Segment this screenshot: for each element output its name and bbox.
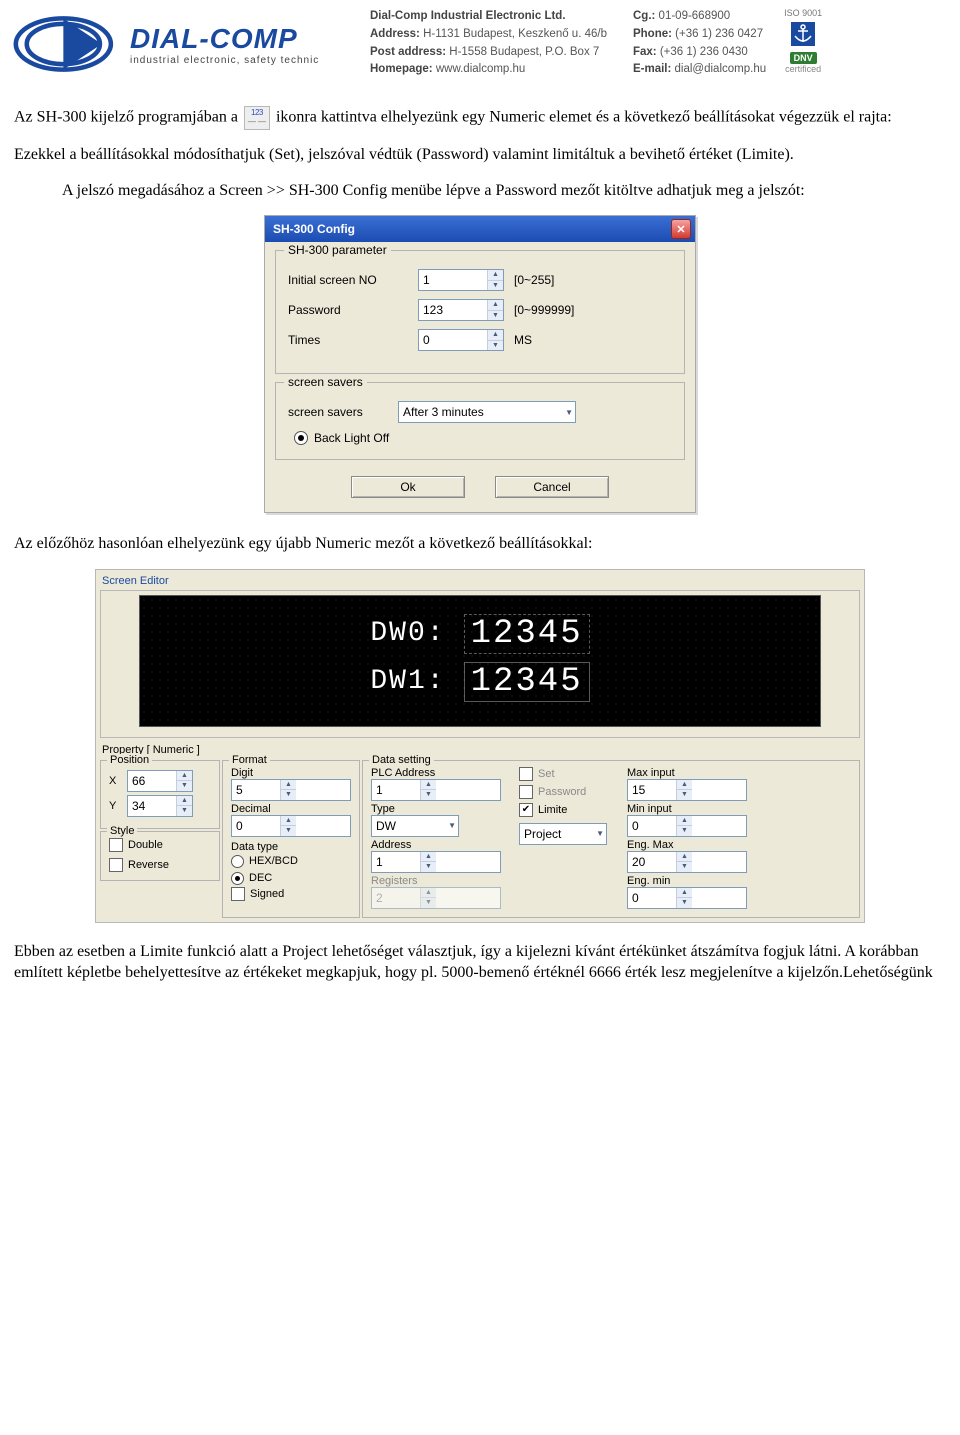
property-title: Property [ Numeric ] [102,744,858,756]
chevron-down-icon[interactable]: ▼ [448,821,456,830]
hexbcd-radio[interactable]: HEX/BCD [231,855,351,868]
dialog-title: SH-300 Config [273,222,355,236]
password-input[interactable]: ▲▼ [418,299,504,321]
spin-up-icon[interactable]: ▲ [488,330,503,341]
eng-min-input[interactable]: ▲▼ [627,887,747,909]
spin-down-icon[interactable]: ▼ [488,311,503,321]
spin-down-icon[interactable]: ▼ [488,341,503,351]
certification-badge: ISO 9001 DNV certificed [784,8,822,74]
times-input[interactable]: ▲▼ [418,329,504,351]
editor-title: Screen Editor [102,575,860,587]
backlight-off-radio[interactable]: Back Light Off [294,431,672,445]
logo: DIAL-COMP industrial electronic, safety … [12,8,352,80]
close-icon[interactable]: ✕ [671,219,691,239]
group-screen-savers: screen savers screen savers After 3 minu… [275,382,685,460]
limite-mode-combo[interactable]: Project▼ [519,823,607,845]
decimal-input[interactable]: ▲▼ [231,815,351,837]
plc-address-input[interactable]: ▲▼ [371,779,501,801]
max-input[interactable]: ▲▼ [627,779,747,801]
screensaver-combo[interactable]: After 3 minutes ▼ [398,401,576,423]
spin-down-icon[interactable]: ▼ [488,281,503,291]
password-checkbox: Password [519,785,609,799]
lcd-preview: DW0: 12345 DW1: 12345 [139,595,821,727]
position-x-input[interactable]: ▲▼ [127,770,193,792]
initial-screen-label: Initial screen NO [288,273,408,287]
panel-style: Style Double Reverse [100,831,220,881]
lcd-row1-value[interactable]: 12345 [464,662,590,702]
paragraph-5: Ebben az esetben a Limite funkció alatt … [14,941,946,984]
logo-mark [12,12,122,76]
signed-checkbox[interactable]: Signed [231,887,351,901]
paragraph-1: Az SH-300 kijelző programjában a 123— — … [14,106,946,130]
times-label: Times [288,333,408,347]
screen-editor-panel: Screen Editor DW0: 12345 DW1: 12345 Prop… [95,569,865,923]
password-hint: [0~999999] [514,303,574,317]
initial-screen-hint: [0~255] [514,273,554,287]
paragraph-3: A jelszó megadásához a Screen >> SH-300 … [62,180,946,202]
address-input[interactable]: ▲▼ [371,851,501,873]
numeric-toolbar-icon: 123— — [244,106,270,130]
radio-dot-icon [294,431,308,445]
min-input[interactable]: ▲▼ [627,815,747,837]
group-sh300-parameter: SH-300 parameter Initial screen NO ▲▼ [0… [275,250,685,374]
company-name: Dial-Comp Industrial Electronic Ltd. [370,10,566,22]
set-checkbox[interactable]: Set [519,767,609,781]
cancel-button[interactable]: Cancel [495,476,609,498]
limite-checkbox[interactable]: ✔Limite [519,803,609,817]
chevron-down-icon[interactable]: ▼ [565,408,573,417]
paragraph-2: Ezekkel a beállításokkal módosíthatjuk (… [14,144,946,166]
panel-format: Format Digit ▲▼ Decimal ▲▼ Data type HEX… [222,760,360,918]
reverse-checkbox[interactable]: Reverse [109,858,211,872]
panel-position: Position X ▲▼ Y ▲▼ [100,760,220,829]
registers-input: ▲▼ [371,887,501,909]
lcd-row0-label: DW0: [370,618,445,649]
type-combo[interactable]: DW▼ [371,815,459,837]
digit-input[interactable]: ▲▼ [231,779,351,801]
eng-max-input[interactable]: ▲▼ [627,851,747,873]
position-y-input[interactable]: ▲▼ [127,795,193,817]
screensaver-label: screen savers [288,405,388,419]
password-label: Password [288,303,408,317]
brand-name: DIAL-COMP [130,23,319,55]
dialog-titlebar[interactable]: SH-300 Config ✕ [265,216,695,242]
spin-up-icon[interactable]: ▲ [488,300,503,311]
lcd-row1-label: DW1: [370,666,445,697]
double-checkbox[interactable]: Double [109,838,211,852]
ok-button[interactable]: Ok [351,476,465,498]
company-info: Dial-Comp Industrial Electronic Ltd. Add… [370,8,766,79]
times-unit: MS [514,333,532,347]
paragraph-4: Az előzőhöz hasonlóan elhelyezünk egy új… [14,533,946,555]
dec-radio[interactable]: DEC [231,872,351,885]
initial-screen-input[interactable]: ▲▼ [418,269,504,291]
anchor-icon [789,20,817,48]
lcd-row0-value[interactable]: 12345 [464,614,590,654]
panel-data-setting: Data setting PLC Address ▲▼ Type DW▼ Add… [362,760,860,918]
sh300-config-dialog: SH-300 Config ✕ SH-300 parameter Initial… [264,215,696,513]
brand-tagline: industrial electronic, safety technic [130,55,319,66]
letterhead: DIAL-COMP industrial electronic, safety … [0,0,960,86]
spin-up-icon[interactable]: ▲ [488,270,503,281]
chevron-down-icon[interactable]: ▼ [596,829,604,838]
